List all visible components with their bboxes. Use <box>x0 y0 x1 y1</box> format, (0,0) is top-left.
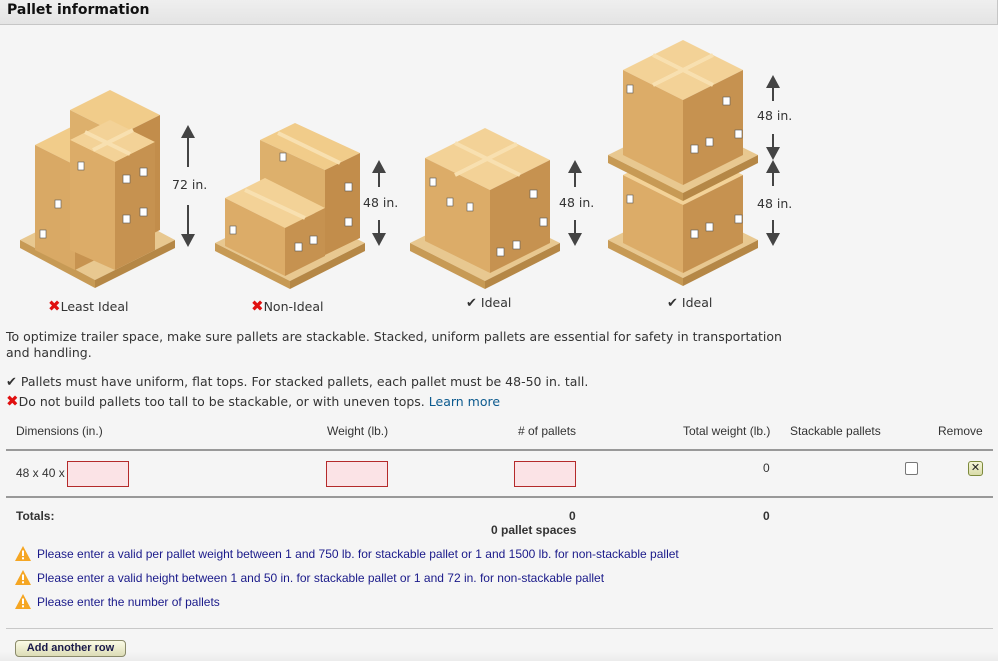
caption-ideal-stacked: ✔ Ideal <box>667 295 713 311</box>
x-icon: ✖ <box>251 297 264 315</box>
close-icon: ✕ <box>970 461 981 474</box>
height-label: 72 in. <box>172 177 208 192</box>
check-icon: ✔ <box>6 375 17 390</box>
header-total-weight: Total weight (lb.) <box>683 424 771 438</box>
warning-icon <box>15 570 31 585</box>
pallet-illustration-non-ideal <box>210 118 370 293</box>
warning-weight: Please enter a valid per pallet weight b… <box>15 546 679 561</box>
weight-input[interactable] <box>326 461 388 487</box>
check-icon: ✔ <box>466 296 477 311</box>
warning-height: Please enter a valid height between 1 an… <box>15 570 604 585</box>
divider <box>6 628 993 629</box>
pallet-stack-image <box>410 128 560 289</box>
warning-icon <box>15 594 31 609</box>
warning-pallets: Please enter the number of pallets <box>15 594 220 609</box>
pallet-information-panel: Pallet information 72 in. ✖Least Ideal 4… <box>0 0 998 661</box>
height-label: 48 in. <box>559 195 595 210</box>
height-label: 48 in. <box>363 195 399 210</box>
totals-weight: 0 <box>763 509 770 523</box>
header-pallets: # of pallets <box>518 424 577 438</box>
totals-pallet-spaces: 0 pallet spaces <box>491 523 577 537</box>
panel-title: Pallet information <box>7 2 150 18</box>
add-another-row-button[interactable]: Add another row <box>15 640 126 657</box>
x-icon: ✖ <box>6 392 19 410</box>
x-icon: ✖ <box>48 297 61 315</box>
height-input[interactable] <box>67 461 129 487</box>
header-dimensions: Dimensions (in.) <box>16 424 103 438</box>
rule-good: ✔ Pallets must have uniform, flat tops. … <box>6 374 589 390</box>
boxes <box>35 90 160 270</box>
caption-least-ideal: ✖Least Ideal <box>48 297 129 315</box>
pallets-input[interactable] <box>514 461 576 487</box>
remove-row-button[interactable]: ✕ <box>968 461 983 476</box>
panel-header: Pallet information <box>0 0 998 25</box>
divider <box>6 449 993 451</box>
pallet-stack-image <box>215 123 365 289</box>
footer-shade <box>0 652 998 661</box>
check-icon: ✔ <box>667 296 678 311</box>
totals-label: Totals: <box>16 509 55 523</box>
intro-text: To optimize trailer space, make sure pal… <box>6 329 782 360</box>
totals-pallets: 0 <box>569 509 576 523</box>
row-total-weight: 0 <box>763 461 770 475</box>
height-label: 48 in. <box>757 196 793 211</box>
learn-more-link[interactable]: Learn more <box>429 394 500 409</box>
divider <box>6 496 993 498</box>
caption-ideal-single: ✔ Ideal <box>466 295 512 311</box>
header-remove: Remove <box>938 424 983 438</box>
pallet-illustration-ideal-single <box>405 118 565 293</box>
pallet-illustration-ideal-stacked <box>603 35 763 290</box>
warning-icon <box>15 546 31 561</box>
caption-non-ideal: ✖Non-Ideal <box>251 297 324 315</box>
pallet-stack-image <box>608 40 758 286</box>
header-weight: Weight (lb.) <box>327 424 389 438</box>
stackable-checkbox[interactable] <box>905 462 918 475</box>
rule-bad: ✖Do not build pallets too tall to be sta… <box>6 392 501 410</box>
height-label: 48 in. <box>757 108 793 123</box>
dimensions-prefix: 48 x 40 x <box>16 466 65 480</box>
header-stackable: Stackable pallets <box>790 424 881 438</box>
